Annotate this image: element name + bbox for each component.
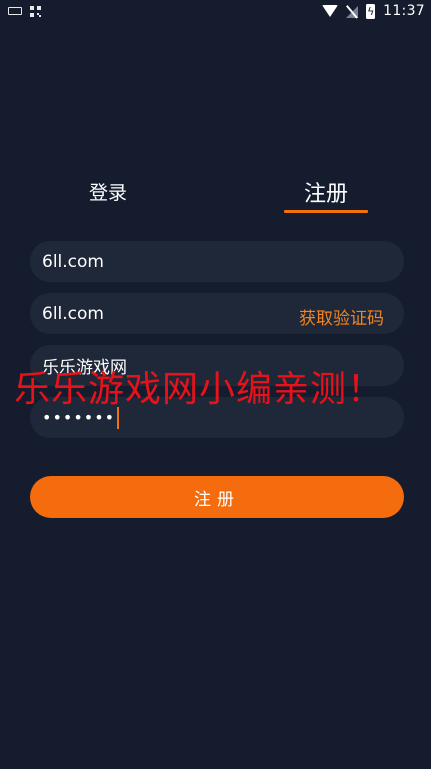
- register-screen: 11:37 登录 注册 6ll.com 6ll.com 获取验证码 乐乐游戏网 …: [0, 0, 431, 769]
- tab-register[interactable]: 注册: [284, 176, 368, 208]
- status-right: 11:37: [322, 3, 425, 19]
- status-time: 11:37: [383, 3, 425, 19]
- phone-input[interactable]: 6ll.com: [30, 241, 404, 282]
- password-input-value: •••••••: [42, 408, 116, 427]
- text-caret: [117, 406, 120, 429]
- status-left: [8, 5, 41, 17]
- wifi-icon: [322, 5, 339, 17]
- nickname-input-value: 乐乐游戏网: [42, 358, 127, 378]
- nickname-input[interactable]: 乐乐游戏网: [30, 345, 404, 386]
- verification-code-input[interactable]: 6ll.com 获取验证码: [30, 293, 404, 334]
- get-code-button[interactable]: 获取验证码: [299, 304, 384, 329]
- status-bar: 11:37: [0, 0, 431, 22]
- no-signal-icon: [346, 5, 359, 18]
- phone-input-value: 6ll.com: [42, 251, 104, 272]
- qr-icon: [30, 5, 41, 17]
- active-tab-indicator: [284, 210, 368, 213]
- battery-charging-icon: [366, 3, 376, 19]
- register-button[interactable]: 注册: [30, 476, 404, 518]
- password-input[interactable]: •••••••: [30, 397, 404, 438]
- tab-login[interactable]: 登录: [72, 178, 144, 205]
- keyboard-icon: [8, 7, 22, 15]
- verification-code-value: 6ll.com: [42, 303, 104, 324]
